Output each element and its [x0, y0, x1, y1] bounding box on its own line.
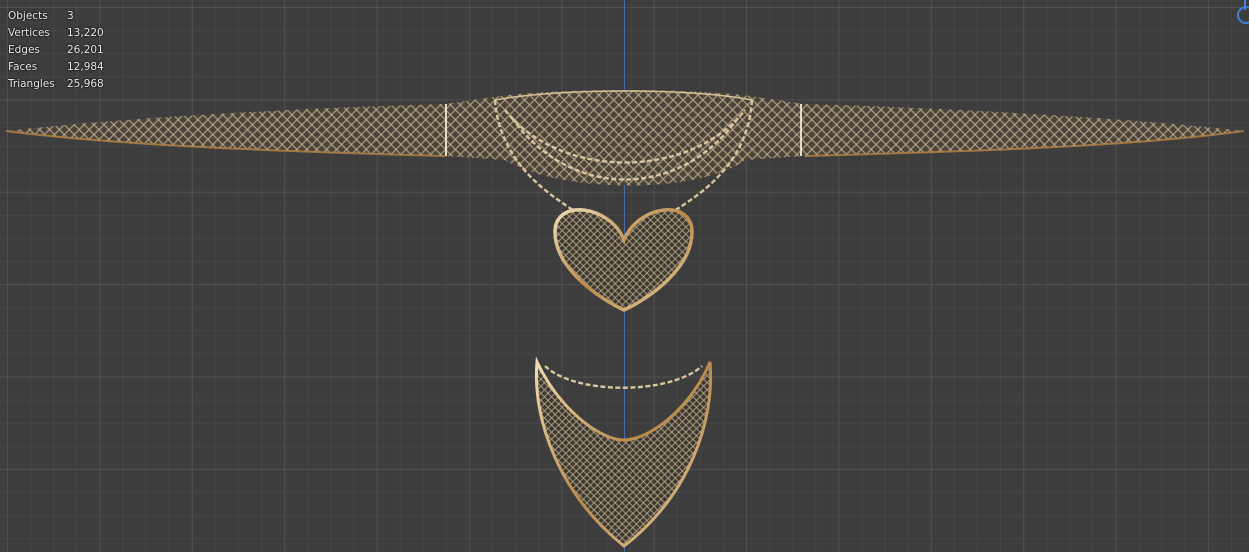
- gizmo-axis-line: [1244, 0, 1246, 10]
- mesh-top[interactable]: [5, 90, 1245, 186]
- navigation-gizmo-icon[interactable]: [1237, 6, 1249, 24]
- stat-value: 25,968: [67, 78, 104, 90]
- stat-label: Edges: [8, 44, 40, 56]
- stat-label: Faces: [8, 61, 38, 73]
- lower-mesh-panel[interactable]: [534, 356, 713, 548]
- stat-value: 12,984: [67, 61, 104, 73]
- stat-value: 3: [67, 10, 74, 22]
- scene-statistics: Objects 3 Vertices 13,220 Edges 26,201 F…: [8, 8, 104, 93]
- stat-value: 13,220: [67, 27, 104, 39]
- stat-row-faces: Faces 12,984: [8, 59, 104, 76]
- stat-label: Vertices: [8, 27, 50, 39]
- heart-pendant[interactable]: [553, 208, 694, 312]
- stat-row-vertices: Vertices 13,220: [8, 25, 104, 42]
- stat-label: Objects: [8, 10, 48, 22]
- mesh-garment-model[interactable]: [0, 0, 1249, 552]
- stat-row-edges: Edges 26,201: [8, 42, 104, 59]
- stat-label: Triangles: [8, 78, 55, 90]
- stat-row-objects: Objects 3: [8, 8, 104, 25]
- stat-row-triangles: Triangles 25,968: [8, 76, 104, 93]
- 3d-viewport[interactable]: Objects 3 Vertices 13,220 Edges 26,201 F…: [0, 0, 1249, 552]
- stat-value: 26,201: [67, 44, 104, 56]
